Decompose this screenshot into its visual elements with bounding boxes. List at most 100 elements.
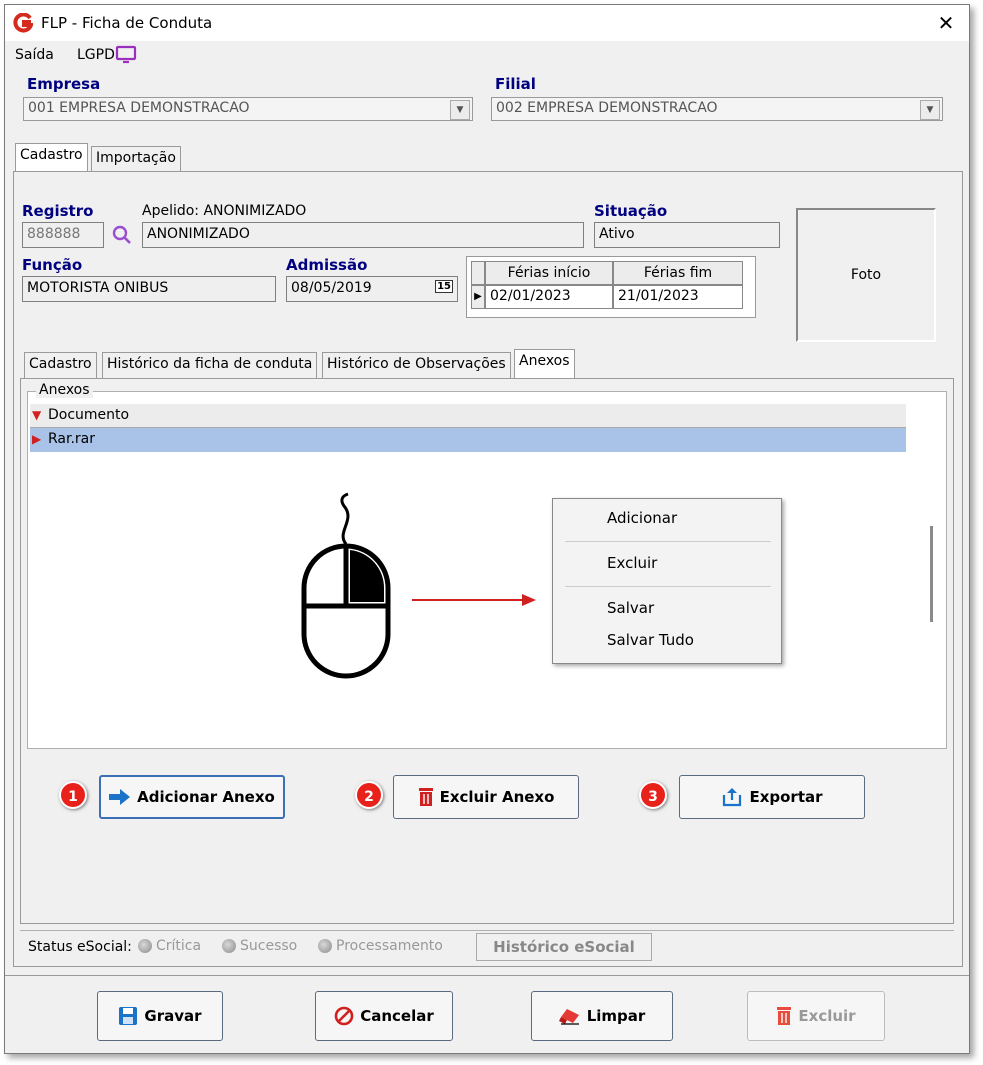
admissao-label: Admissão (286, 256, 368, 274)
export-icon (723, 788, 742, 807)
clear-button[interactable]: Limpar (531, 991, 673, 1041)
radio-icon (318, 939, 332, 953)
esocial-option-processamento[interactable]: Processamento (318, 938, 443, 954)
delete-button[interactable]: Excluir (747, 991, 885, 1041)
funcao-field[interactable]: MOTORISTA ONIBUS (22, 276, 276, 302)
tab-cadastro[interactable]: Cadastro (15, 143, 88, 171)
documento-header[interactable]: ▼ Documento (30, 404, 906, 428)
esocial-option-critica-label: Crítica (156, 938, 202, 954)
context-menu-excluir[interactable]: Excluir (607, 554, 657, 572)
situacao-field[interactable]: Ativo (594, 222, 780, 248)
radio-icon (222, 939, 236, 953)
floppy-disk-icon (119, 1007, 138, 1025)
esocial-option-sucesso-label: Sucesso (240, 938, 298, 954)
ferias-indicator-header (471, 261, 485, 285)
admissao-value: 08/05/2019 (291, 280, 372, 296)
monitor-icon[interactable] (115, 45, 137, 69)
tab-importacao[interactable]: Importação (91, 146, 181, 171)
chevron-down-icon[interactable]: ▼ (450, 100, 470, 120)
trash-icon (777, 1007, 792, 1025)
admissao-field[interactable]: 08/05/2019 15 (286, 276, 458, 302)
add-attachment-button[interactable]: Adicionar Anexo (99, 775, 285, 819)
eraser-icon (558, 1009, 579, 1025)
menu-saida[interactable]: Saída (15, 47, 54, 63)
step-badge-2: 2 (355, 781, 383, 809)
close-icon[interactable]: ✕ (933, 11, 959, 35)
ferias-grid: Férias início Férias fim ▶ 02/01/2023 21… (466, 256, 756, 318)
arrow-right-blue-icon (109, 789, 131, 805)
esocial-label: Status eSocial: (28, 939, 132, 955)
table-row[interactable]: ▶ Rar.rar (30, 428, 906, 452)
esocial-option-sucesso[interactable]: Sucesso (222, 938, 297, 954)
clear-label: Limpar (586, 1007, 646, 1025)
menu-separator (565, 586, 771, 587)
apelido-label: Apelido: ANONIMIZADO (142, 203, 307, 219)
inner-tab-cadastro[interactable]: Cadastro (24, 352, 97, 378)
menu-separator (565, 541, 771, 542)
main-window: FLP - Ficha de Conduta ✕ Saída LGPD Empr… (4, 4, 970, 1054)
app-logo-icon (13, 12, 34, 33)
export-button[interactable]: Exportar (679, 775, 865, 819)
menu-lgpd[interactable]: LGPD (77, 47, 115, 63)
funcao-label: Função (22, 256, 83, 274)
row-pointer-icon: ▶ (32, 432, 42, 446)
anexos-panel: Anexos ▼ Documento ▶ Rar.rar Adicionar E… (20, 378, 954, 924)
context-menu-salvar[interactable]: Salvar (607, 599, 654, 617)
situacao-label: Situação (594, 202, 668, 220)
context-menu-salvar-tudo[interactable]: Salvar Tudo (607, 631, 694, 649)
trash-icon (418, 788, 433, 806)
calendar-icon[interactable]: 15 (435, 280, 453, 293)
delete-label: Excluir (798, 1007, 856, 1025)
ferias-inicio-cell[interactable]: 02/01/2023 (485, 285, 613, 309)
step-badge-3: 3 (639, 781, 667, 809)
window-title: FLP - Ficha de Conduta (41, 14, 213, 32)
nome-field[interactable]: ANONIMIZADO (142, 222, 584, 248)
scrollbar-thumb[interactable] (930, 526, 933, 622)
filial-value: 002 EMPRESA DEMONSTRACAO (496, 100, 718, 116)
step-badge-1: 1 (59, 781, 87, 809)
filial-select[interactable]: 002 EMPRESA DEMONSTRACAO ▼ (491, 97, 943, 121)
empresa-select[interactable]: 001 EMPRESA DEMONSTRACAO ▼ (23, 97, 473, 121)
ferias-header-inicio: Férias início (485, 261, 613, 285)
esocial-history-button[interactable]: Histórico eSocial (476, 933, 652, 961)
save-button[interactable]: Gravar (97, 991, 223, 1041)
radio-icon (138, 939, 152, 953)
add-attachment-label: Adicionar Anexo (137, 788, 275, 806)
row-indicator-icon: ▶ (471, 285, 485, 309)
delete-attachment-button[interactable]: Excluir Anexo (393, 775, 579, 819)
inner-tab-historico-ficha[interactable]: Histórico da ficha de conduta (102, 352, 318, 378)
inner-tab-anexos[interactable]: Anexos (514, 349, 575, 379)
documento-header-label: Documento (48, 407, 130, 423)
registro-field[interactable]: 888888 (22, 222, 104, 248)
esocial-option-critica[interactable]: Crítica (138, 938, 201, 954)
footer-divider (5, 975, 969, 976)
empresa-value: 001 EMPRESA DEMONSTRACAO (28, 100, 250, 116)
sort-down-icon: ▼ (32, 408, 42, 422)
ferias-fim-cell[interactable]: 21/01/2023 (613, 285, 743, 309)
esocial-status-bar: Status eSocial: Crítica Sucesso Processa… (20, 930, 954, 963)
mouse-icon (296, 492, 396, 686)
cadastro-panel: Registro 888888 Apelido: ANONIMIZADO ANO… (13, 171, 963, 967)
cancel-button[interactable]: Cancelar (315, 991, 453, 1041)
ferias-header-fim: Férias fim (613, 261, 743, 285)
photo-box[interactable]: Foto (796, 208, 936, 342)
context-menu-adicionar[interactable]: Adicionar (607, 509, 677, 527)
delete-attachment-label: Excluir Anexo (439, 788, 555, 806)
anexos-groupbox: Anexos ▼ Documento ▶ Rar.rar Adicionar E… (27, 382, 947, 749)
inner-tab-historico-observacoes[interactable]: Histórico de Observações (322, 352, 511, 378)
title-bar: FLP - Ficha de Conduta ✕ (5, 5, 969, 41)
save-label: Gravar (144, 1007, 202, 1025)
filial-label: Filial (495, 75, 536, 93)
cancel-icon (334, 1006, 354, 1026)
chevron-down-icon[interactable]: ▼ (920, 100, 940, 120)
anexos-group-label: Anexos (36, 382, 93, 398)
empresa-label: Empresa (27, 75, 101, 93)
registro-label: Registro (22, 202, 94, 220)
context-menu: Adicionar Excluir Salvar Salvar Tudo (552, 498, 782, 664)
esocial-option-processamento-label: Processamento (336, 938, 443, 954)
search-icon[interactable] (111, 224, 133, 250)
cancel-label: Cancelar (360, 1007, 434, 1025)
export-label: Exportar (749, 788, 823, 806)
anexo-filename: Rar.rar (48, 431, 96, 447)
arrow-right-icon (412, 592, 538, 612)
